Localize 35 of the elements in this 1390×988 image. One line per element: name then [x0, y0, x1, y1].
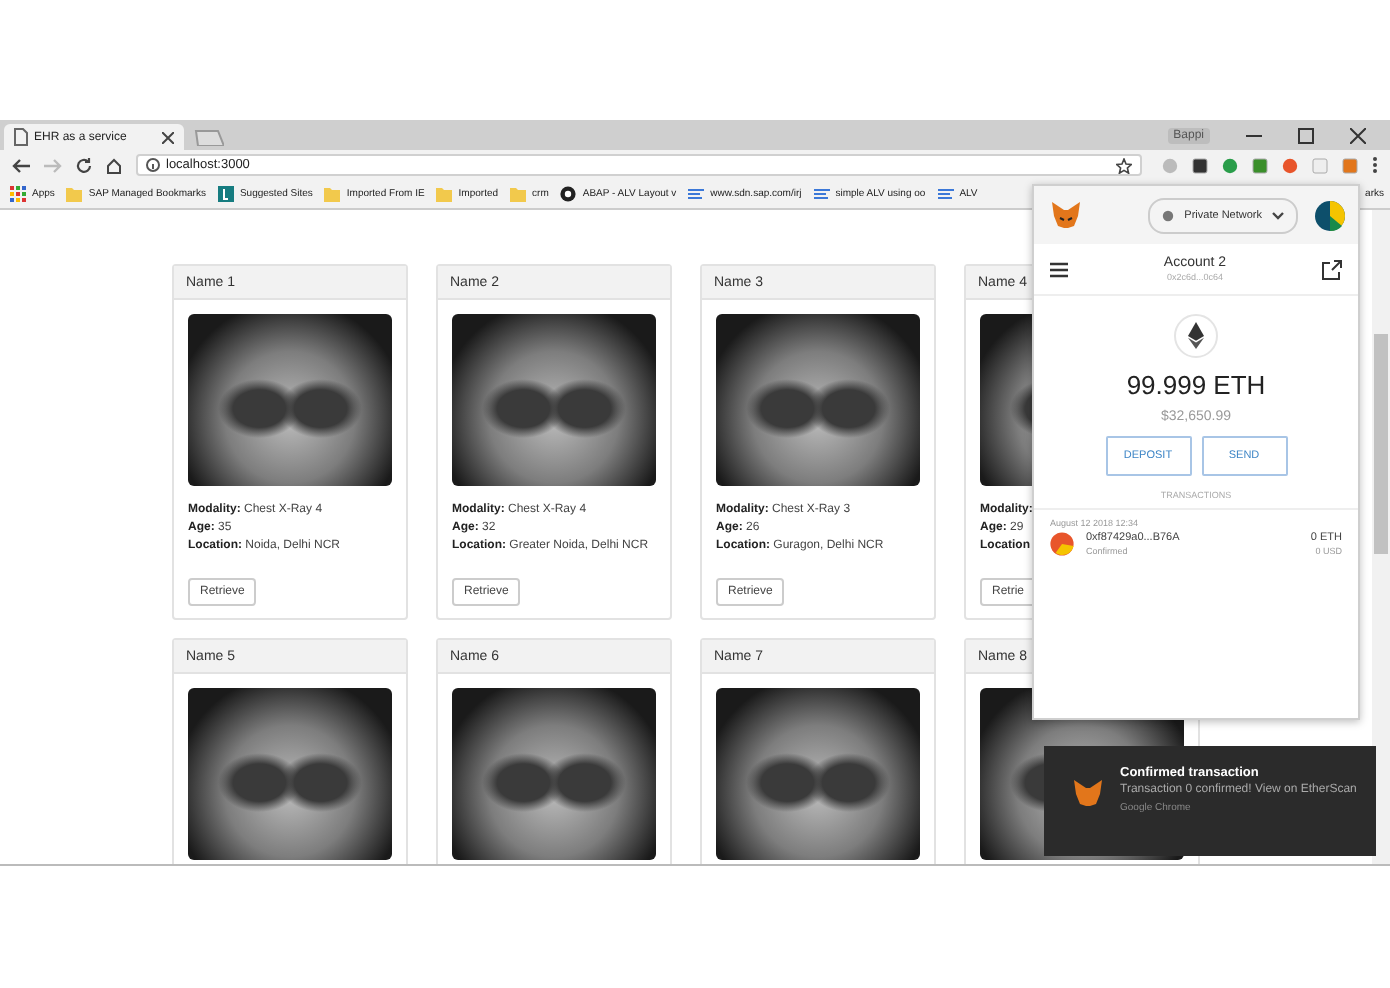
network-dot-icon	[1162, 209, 1175, 221]
apps-grid-icon	[10, 186, 26, 202]
extension-icon[interactable]	[1252, 157, 1268, 173]
page-link-icon	[813, 186, 830, 202]
caret-icon	[1272, 211, 1284, 219]
folder-icon	[324, 186, 341, 202]
site-icon	[217, 186, 234, 202]
circle-logo-icon	[560, 186, 577, 202]
back-icon[interactable]	[12, 157, 30, 173]
maximize-icon[interactable]	[1298, 127, 1314, 143]
fox-logo-icon	[1072, 778, 1104, 808]
more-icon[interactable]	[1372, 156, 1378, 174]
external-link-icon[interactable]	[1322, 259, 1342, 279]
page-link-icon	[688, 186, 705, 202]
identicon-icon	[1050, 532, 1074, 556]
scrollbar-thumb[interactable]	[1374, 334, 1388, 554]
page-icon	[14, 128, 28, 146]
info-icon	[146, 158, 160, 172]
star-icon[interactable]	[1116, 157, 1132, 173]
fox-logo-icon	[1050, 200, 1082, 230]
folder-icon	[66, 186, 83, 202]
folder-icon	[510, 186, 527, 202]
folder-icon	[436, 186, 453, 202]
page-link-icon	[937, 186, 954, 202]
account-avatar-icon[interactable]	[1314, 199, 1346, 231]
stop-circle-icon[interactable]	[1282, 157, 1298, 173]
scrollbar[interactable]	[1372, 210, 1390, 864]
reload-icon[interactable]	[76, 157, 92, 173]
ethereum-icon	[1174, 314, 1218, 358]
home-icon[interactable]	[106, 157, 122, 173]
close-icon[interactable]	[1350, 127, 1366, 143]
extension-circle-icon[interactable]	[1222, 157, 1238, 173]
close-icon[interactable]	[162, 131, 174, 143]
eth-balance: 99.999 ETH	[1126, 370, 1266, 400]
menu-icon[interactable]	[1050, 261, 1068, 277]
